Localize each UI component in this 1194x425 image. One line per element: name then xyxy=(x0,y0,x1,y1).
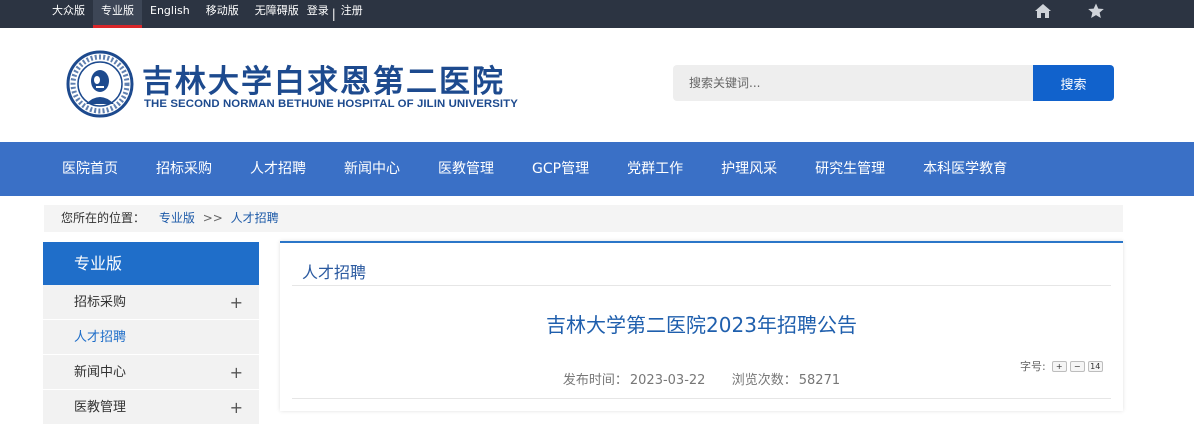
nav-item-party-work[interactable]: 党群工作 xyxy=(608,142,702,196)
section-title: 人才招聘 xyxy=(302,263,367,282)
sidebar-item-news[interactable]: 新闻中心 + xyxy=(43,355,259,390)
search-button[interactable]: 搜索 xyxy=(1033,65,1114,101)
nav-item-nursing[interactable]: 护理风采 xyxy=(702,142,796,196)
nav-item-undergraduate[interactable]: 本科医学教育 xyxy=(904,142,1026,196)
top-bar: 大众版 专业版 English 移动版 无障碍版 登录 | 注册 xyxy=(0,0,1194,28)
expand-plus-icon[interactable]: + xyxy=(230,355,243,390)
link-public-version[interactable]: 大众版 xyxy=(44,0,93,28)
expand-plus-icon[interactable]: + xyxy=(230,285,243,320)
sidebar-item-label: 人才招聘 xyxy=(74,330,127,345)
sidebar-item-procurement[interactable]: 招标采购 + xyxy=(43,285,259,320)
nav-item-education-management[interactable]: 医教管理 xyxy=(419,142,513,196)
views-label: 浏览次数： xyxy=(731,373,797,388)
top-links: 大众版 专业版 English 移动版 无障碍版 登录 | 注册 xyxy=(44,0,367,28)
view-count: 58271 xyxy=(798,373,841,388)
search-input[interactable] xyxy=(673,65,1033,101)
breadcrumb-separator: >> xyxy=(202,211,223,225)
nav-item-procurement[interactable]: 招标采购 xyxy=(137,142,231,196)
breadcrumb-prefix: 您所在的位置： xyxy=(61,211,146,225)
divider xyxy=(292,285,1111,286)
sidebar-title: 专业版 xyxy=(43,242,259,285)
nav-item-graduate[interactable]: 研究生管理 xyxy=(796,142,904,196)
publish-date: 2023-03-22 xyxy=(629,373,706,388)
login-link[interactable]: 登录 xyxy=(307,0,331,28)
sidebar-item-label: 医教管理 xyxy=(74,400,127,415)
nav-item-home[interactable]: 医院首页 xyxy=(43,142,137,196)
nav-item-gcp[interactable]: GCP管理 xyxy=(513,142,608,196)
sidebar-item-label: 新闻中心 xyxy=(74,365,127,380)
article-panel: 人才招聘 吉林大学第二医院2023年招聘公告 字号: + − 14 发布时间： 2… xyxy=(280,241,1123,411)
nav-item-recruitment[interactable]: 人才招聘 xyxy=(231,142,325,196)
link-mobile-version[interactable]: 移动版 xyxy=(198,0,247,28)
link-english[interactable]: English xyxy=(142,0,198,28)
header: 吉林大学白求恩第二医院 THE SECOND NORMAN BETHUNE HO… xyxy=(0,28,1194,142)
sidebar-item-education-management[interactable]: 医教管理 + xyxy=(43,390,259,425)
hospital-name-cn[interactable]: 吉林大学白求恩第二医院 xyxy=(142,56,505,101)
expand-plus-icon[interactable]: + xyxy=(230,390,243,425)
sidebar: 专业版 招标采购 + 人才招聘 新闻中心 + 医教管理 + xyxy=(43,242,259,425)
nav-item-news[interactable]: 新闻中心 xyxy=(325,142,419,196)
star-icon[interactable] xyxy=(1087,3,1105,19)
register-link[interactable]: 注册 xyxy=(337,0,367,28)
article-meta: 发布时间： 2023-03-22 浏览次数： 58271 xyxy=(280,369,1123,388)
breadcrumb-item-recruitment[interactable]: 人才招聘 xyxy=(231,211,279,225)
sidebar-item-label: 招标采购 xyxy=(74,295,127,310)
breadcrumb-item-professional[interactable]: 专业版 xyxy=(159,211,195,225)
link-accessible-version[interactable]: 无障碍版 xyxy=(247,0,307,28)
hospital-seal-logo[interactable] xyxy=(66,50,134,118)
breadcrumb: 您所在的位置： 专业版 >> 人才招聘 xyxy=(44,205,1123,232)
main-nav: 医院首页 招标采购 人才招聘 新闻中心 医教管理 GCP管理 党群工作 护理风采… xyxy=(0,142,1194,196)
divider xyxy=(292,398,1111,399)
article-title: 吉林大学第二医院2023年招聘公告 xyxy=(546,313,857,337)
publish-label: 发布时间： xyxy=(562,373,628,388)
link-professional-version[interactable]: 专业版 xyxy=(93,0,142,28)
home-icon[interactable] xyxy=(1034,3,1052,19)
sidebar-item-recruitment[interactable]: 人才招聘 xyxy=(43,320,259,355)
hospital-name-en[interactable]: THE SECOND NORMAN BETHUNE HOSPITAL OF JI… xyxy=(144,98,518,110)
